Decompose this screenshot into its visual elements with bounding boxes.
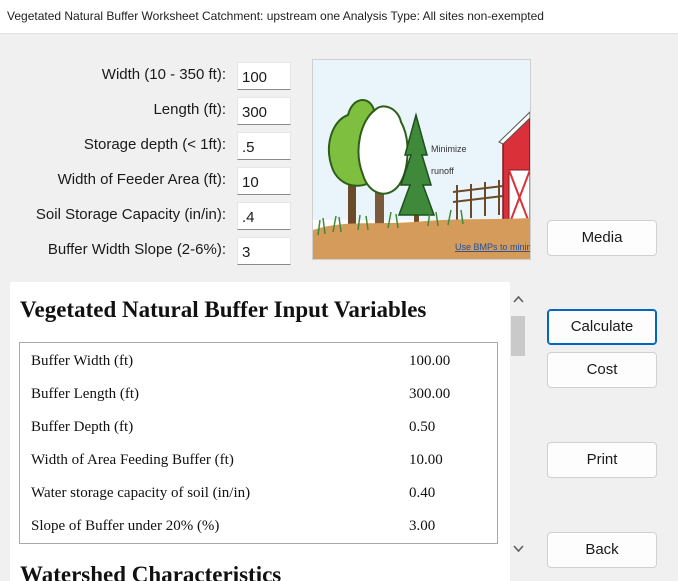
length-label: Length (ft): bbox=[153, 101, 226, 118]
scroll-down-icon[interactable] bbox=[510, 538, 527, 558]
illustration-caption-minimize: Minimize bbox=[431, 144, 467, 154]
row-value: 100.00 bbox=[409, 353, 451, 369]
table-row: Slope of Buffer under 20% (%) 3.00 bbox=[20, 510, 497, 543]
row-value: 3.00 bbox=[409, 518, 436, 534]
width-label: Width (10 - 350 ft): bbox=[101, 66, 226, 83]
scroll-up-icon[interactable] bbox=[510, 290, 527, 310]
table-row: Water storage capacity of soil (in/in) 0… bbox=[20, 477, 497, 510]
table-row: Buffer Length (ft) 300.00 bbox=[20, 378, 497, 411]
cost-button[interactable]: Cost bbox=[547, 352, 657, 388]
media-button[interactable]: Media bbox=[547, 220, 657, 256]
input-variables-table: Buffer Width (ft) 100.00 Buffer Length (… bbox=[19, 342, 498, 544]
storage-depth-input[interactable] bbox=[237, 132, 291, 160]
row-value: 10.00 bbox=[409, 452, 443, 468]
window-title: Vegetated Natural Buffer Worksheet Catch… bbox=[7, 9, 544, 23]
back-button[interactable]: Back bbox=[547, 532, 657, 568]
row-label: Buffer Depth (ft) bbox=[31, 419, 134, 435]
feeder-width-label: Width of Feeder Area (ft): bbox=[57, 171, 226, 188]
table-row: Buffer Depth (ft) 0.50 bbox=[20, 411, 497, 444]
print-button[interactable]: Print bbox=[547, 442, 657, 478]
illustration-caption-runoff: runoff bbox=[431, 166, 454, 176]
row-value: 0.40 bbox=[409, 485, 436, 501]
report-scrollbar[interactable] bbox=[510, 282, 527, 581]
row-label: Buffer Width (ft) bbox=[31, 353, 134, 369]
length-input[interactable] bbox=[237, 97, 291, 125]
report-heading: Vegetated Natural Buffer Input Variables bbox=[20, 297, 427, 322]
buffer-slope-label: Buffer Width Slope (2-6%): bbox=[47, 241, 226, 258]
buffer-slope-input[interactable] bbox=[237, 237, 291, 265]
window-titlebar: Vegetated Natural Buffer Worksheet Catch… bbox=[0, 0, 678, 34]
watershed-heading: Watershed Characteristics bbox=[20, 562, 282, 581]
storage-depth-label: Storage depth (< 1ft): bbox=[83, 136, 226, 153]
row-value: 300.00 bbox=[409, 386, 451, 402]
soil-storage-label: Soil Storage Capacity (in/in): bbox=[35, 206, 226, 223]
row-label: Width of Area Feeding Buffer (ft) bbox=[31, 452, 234, 468]
row-label: Water storage capacity of soil (in/in) bbox=[31, 485, 251, 501]
scroll-thumb[interactable] bbox=[511, 316, 525, 356]
buffer-illustration-graphic: Minimize runoff Use BMPs to minimize bbox=[313, 60, 530, 259]
row-label: Buffer Length (ft) bbox=[31, 386, 140, 402]
report-panel: Vegetated Natural Buffer Input Variables… bbox=[10, 282, 510, 581]
table-row: Buffer Width (ft) 100.00 bbox=[20, 345, 497, 378]
width-input[interactable] bbox=[237, 62, 291, 90]
row-label: Slope of Buffer under 20% (%) bbox=[31, 518, 220, 534]
row-value: 0.50 bbox=[409, 419, 436, 435]
feeder-width-input[interactable] bbox=[237, 167, 291, 195]
illustration-caption-bmps: Use BMPs to minimize bbox=[455, 242, 530, 252]
soil-storage-input[interactable] bbox=[237, 202, 291, 230]
table-row: Width of Area Feeding Buffer (ft) 10.00 bbox=[20, 444, 497, 477]
calculate-button[interactable]: Calculate bbox=[547, 309, 657, 345]
buffer-illustration: Minimize runoff Use BMPs to minimize bbox=[312, 59, 531, 260]
